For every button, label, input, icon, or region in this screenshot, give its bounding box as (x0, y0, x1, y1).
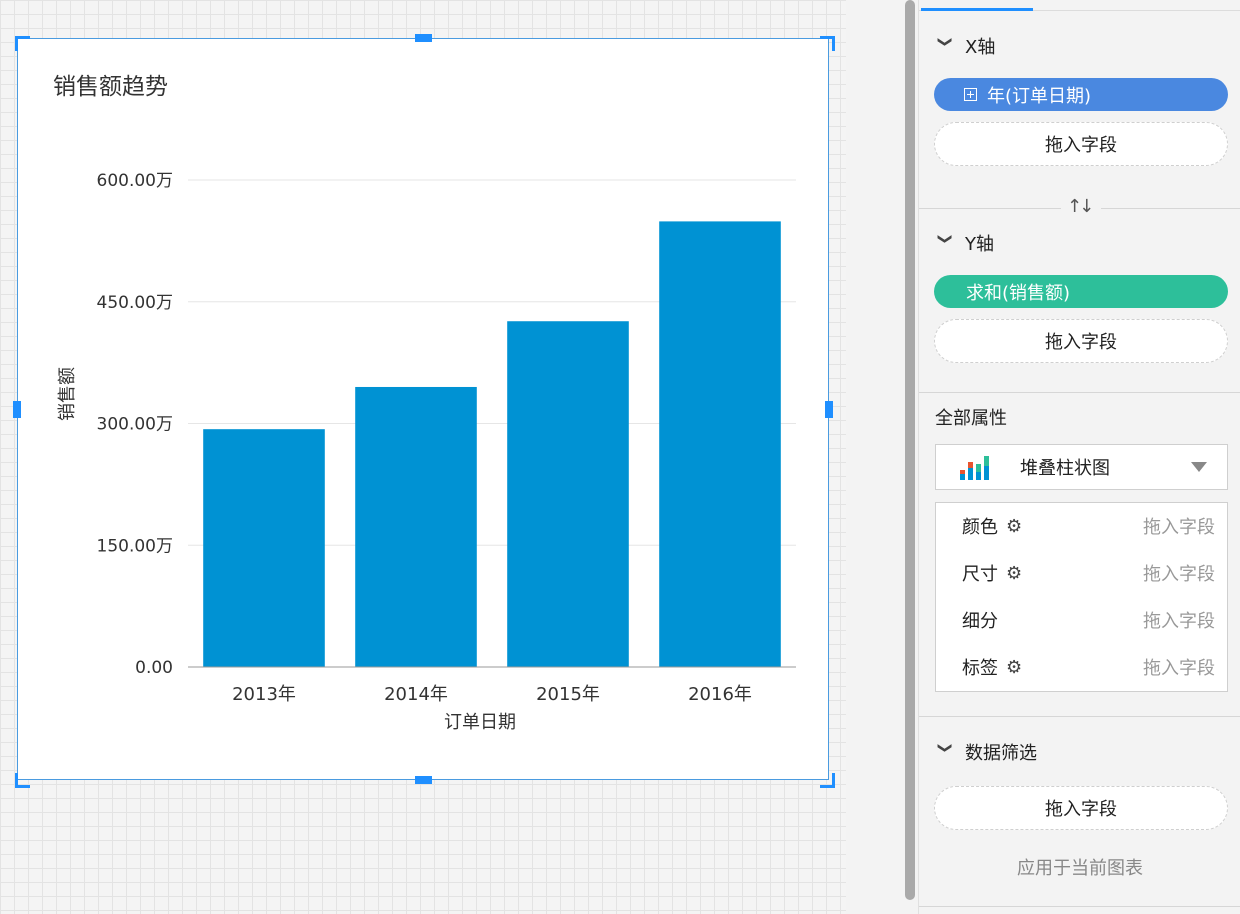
bar[interactable] (355, 386, 477, 667)
y-axis-section-title: Y轴 (965, 234, 994, 255)
filter-section-header[interactable]: ❯ 数据筛选 (935, 739, 1037, 765)
divider (919, 208, 1061, 209)
prop-label: 标签 (962, 658, 998, 679)
prop-row-size[interactable]: 尺寸 ⚙ 拖入字段 (936, 550, 1227, 596)
resize-handle-bottom-right[interactable] (820, 773, 835, 788)
chevron-down-icon: ❯ (937, 742, 953, 754)
divider (919, 392, 1240, 393)
x-axis-title: 订单日期 (444, 712, 516, 733)
prop-label: 颜色 (962, 517, 998, 538)
properties-panel: ❯ X轴 年(订单日期) 拖入字段 ↑↓ ❯ Y轴 求和(销售额) 拖入字段 全… (918, 0, 1240, 914)
scrollbar[interactable] (905, 0, 915, 900)
chevron-down-icon: ❯ (937, 36, 953, 48)
panel-gutter (846, 0, 906, 914)
resize-handle-bottom[interactable] (415, 776, 432, 784)
filter-drop-zone[interactable]: 拖入字段 (934, 786, 1228, 830)
chart-title: 销售额趋势 (53, 74, 168, 100)
prop-row-color[interactable]: 颜色 ⚙ 拖入字段 (936, 503, 1227, 549)
chart-type-label: 堆叠柱状图 (1020, 458, 1110, 479)
y-axis-field-label: 求和(销售额) (966, 282, 1071, 304)
prop-drop-zone[interactable]: 拖入字段 (1143, 513, 1215, 539)
x-axis-field-pill[interactable]: 年(订单日期) (934, 78, 1228, 111)
resize-handle-top-right[interactable] (820, 36, 835, 51)
y-axis-section-header[interactable]: ❯ Y轴 (935, 230, 994, 256)
x-tick-label: 2016年 (688, 684, 752, 705)
divider (1101, 208, 1240, 209)
prop-drop-zone[interactable]: 拖入字段 (1143, 607, 1215, 633)
prop-label: 细分 (962, 611, 998, 632)
y-axis-drop-zone[interactable]: 拖入字段 (934, 319, 1228, 363)
resize-handle-bottom-left[interactable] (15, 773, 30, 788)
dropdown-arrow-icon (1191, 462, 1207, 472)
resize-handle-top-left[interactable] (15, 36, 30, 51)
x-tick-label: 2013年 (232, 684, 296, 705)
divider (919, 906, 1240, 907)
gear-icon[interactable]: ⚙ (1006, 657, 1022, 678)
chevron-down-icon: ❯ (937, 233, 953, 245)
bar-chart: 销售额趋势 0.00 150.00万 300.00万 450.00万 600.00万 2… (53, 74, 796, 733)
prop-label: 尺寸 (962, 564, 998, 585)
x-axis-ticks: 2013年 2014年 2015年 2016年 (232, 684, 752, 705)
resize-handle-top[interactable] (415, 34, 432, 42)
property-list: 颜色 ⚙ 拖入字段 尺寸 ⚙ 拖入字段 细分 拖入字段 标签 ⚙ 拖入字段 (935, 502, 1228, 692)
y-axis-ticks: 0.00 150.00万 300.00万 450.00万 600.00万 (97, 171, 173, 678)
bar[interactable] (203, 429, 325, 667)
bar[interactable] (507, 321, 629, 667)
x-tick-label: 2015年 (536, 684, 600, 705)
prop-drop-zone[interactable]: 拖入字段 (1143, 560, 1215, 586)
y-axis-field-pill[interactable]: 求和(销售额) (934, 275, 1228, 308)
active-tab-indicator (921, 8, 1033, 11)
resize-handle-right[interactable] (825, 401, 833, 418)
filter-section-title: 数据筛选 (965, 743, 1037, 764)
apply-to-current-chart[interactable]: 应用于当前图表 (919, 854, 1240, 880)
chart-type-select[interactable]: 堆叠柱状图 (935, 444, 1228, 490)
swap-axes-icon[interactable]: ↑↓ (1067, 196, 1094, 217)
divider (919, 716, 1240, 717)
chart-widget[interactable]: 销售额趋势 0.00 150.00万 300.00万 450.00万 600.00万 2… (17, 38, 829, 780)
bar[interactable] (659, 221, 781, 667)
y-tick-label: 300.00万 (97, 415, 173, 435)
prop-drop-zone[interactable]: 拖入字段 (1143, 654, 1215, 680)
chart-bars (203, 221, 781, 667)
gear-icon[interactable]: ⚙ (1006, 563, 1022, 584)
all-properties-title: 全部属性 (935, 408, 1007, 429)
y-axis-title: 销售额 (57, 367, 78, 421)
x-axis-drop-zone[interactable]: 拖入字段 (934, 122, 1228, 166)
y-tick-label: 450.00万 (97, 293, 173, 313)
expand-plus-icon[interactable] (964, 88, 977, 101)
stacked-bar-chart-icon (960, 456, 989, 480)
x-tick-label: 2014年 (384, 684, 448, 705)
resize-handle-left[interactable] (13, 401, 21, 418)
y-tick-label: 600.00万 (97, 171, 173, 191)
y-tick-label: 0.00 (135, 658, 173, 678)
gear-icon[interactable]: ⚙ (1006, 516, 1022, 537)
prop-row-label[interactable]: 标签 ⚙ 拖入字段 (936, 644, 1227, 690)
prop-row-detail[interactable]: 细分 拖入字段 (936, 597, 1227, 643)
x-axis-section-title: X轴 (965, 37, 996, 58)
canvas-area: 销售额趋势 0.00 150.00万 300.00万 450.00万 600.00万 2… (0, 0, 846, 914)
x-axis-section-header[interactable]: ❯ X轴 (935, 33, 995, 59)
x-axis-field-label: 年(订单日期) (987, 85, 1092, 107)
y-tick-label: 150.00万 (97, 536, 173, 556)
